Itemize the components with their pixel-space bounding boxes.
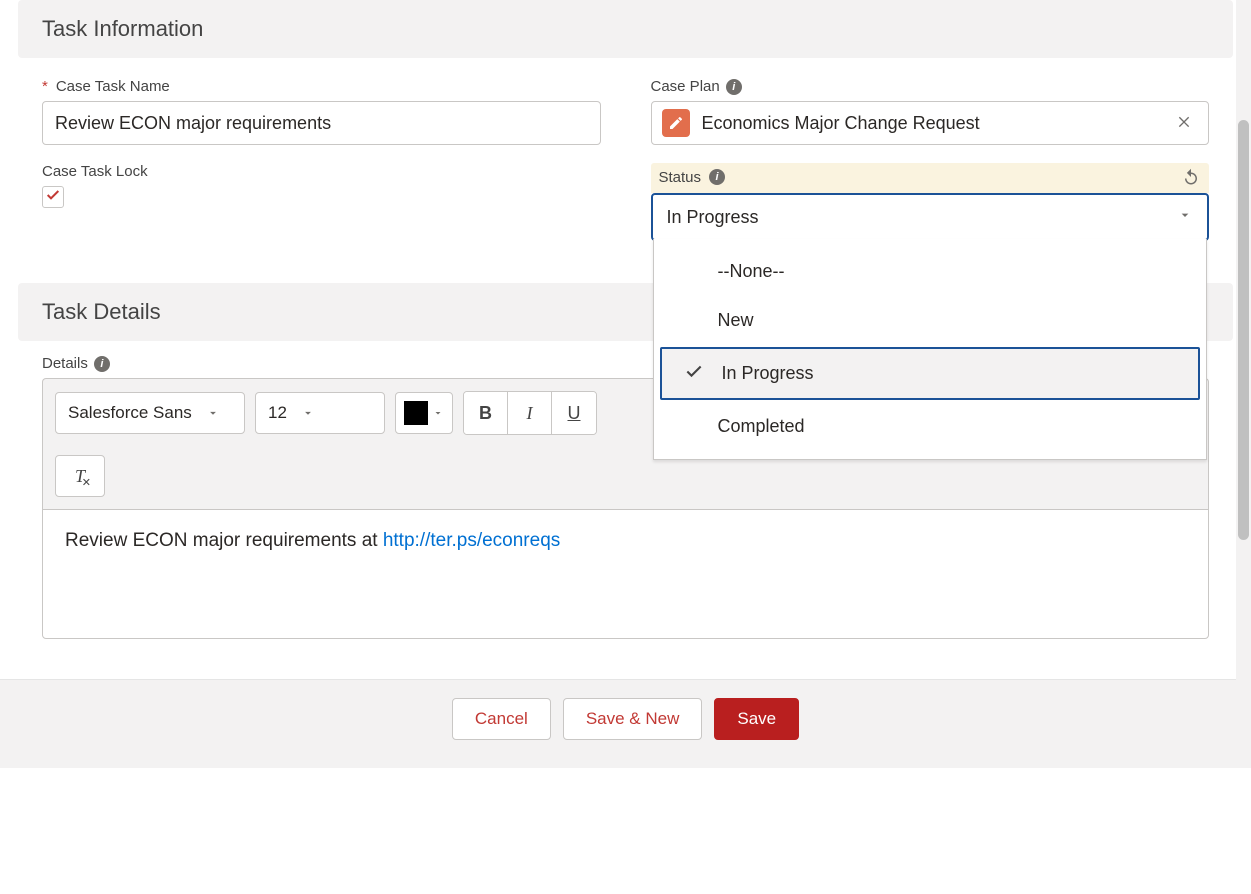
chevron-down-icon — [206, 406, 220, 420]
chevron-down-icon — [1177, 207, 1193, 228]
status-option-none[interactable]: --None-- — [658, 247, 1203, 296]
rte-font-select[interactable]: Salesforce Sans — [55, 392, 245, 434]
color-swatch-icon — [404, 401, 428, 425]
rte-size-select[interactable]: 12 — [255, 392, 385, 434]
chevron-down-icon — [301, 406, 315, 420]
check-icon — [45, 187, 61, 208]
label-case-task-lock: Case Task Lock — [42, 163, 601, 180]
field-case-task-name: * Case Task Name — [42, 78, 601, 145]
footer-bar: Cancel Save & New Save — [0, 679, 1251, 768]
label-case-plan: Case Plan i — [651, 78, 1210, 95]
save-button[interactable]: Save — [714, 698, 799, 740]
info-icon[interactable]: i — [94, 356, 110, 372]
case-task-lock-checkbox[interactable] — [42, 186, 64, 208]
rte-style-group: B I U — [463, 391, 597, 435]
case-plan-lookup[interactable]: Economics Major Change Request — [651, 101, 1210, 145]
details-text: Review ECON major requirements at — [65, 530, 383, 551]
scrollbar-thumb[interactable] — [1238, 120, 1249, 540]
close-icon[interactable] — [1170, 108, 1198, 139]
scrollbar-track[interactable] — [1236, 0, 1251, 768]
case-plan-value: Economics Major Change Request — [702, 113, 1159, 134]
undo-icon[interactable] — [1181, 167, 1201, 187]
chevron-down-icon — [432, 407, 444, 419]
label-status: Status — [659, 169, 702, 186]
status-option-new[interactable]: New — [658, 296, 1203, 345]
field-case-task-lock: Case Task Lock — [42, 163, 601, 241]
info-icon[interactable]: i — [709, 169, 725, 185]
section-task-info-header: Task Information — [18, 0, 1233, 58]
underline-button[interactable]: U — [552, 392, 596, 434]
bold-button[interactable]: B — [464, 392, 508, 434]
label-case-task-name: * Case Task Name — [42, 78, 601, 95]
status-option-inprogress[interactable]: In Progress — [660, 347, 1201, 400]
check-icon — [684, 361, 704, 386]
field-status: Status i In Progress --None-- New — [651, 163, 1210, 241]
pencil-icon — [662, 109, 690, 137]
clear-formatting-button[interactable]: T✕ — [55, 455, 105, 497]
case-task-name-input[interactable] — [42, 101, 601, 145]
status-select[interactable]: In Progress --None-- New In Progress Com… — [651, 193, 1210, 241]
save-and-new-button[interactable]: Save & New — [563, 698, 703, 740]
info-icon[interactable]: i — [726, 79, 742, 95]
details-editor[interactable]: Review ECON major requirements at http:/… — [42, 509, 1209, 639]
status-dropdown-panel: --None-- New In Progress Completed — [653, 239, 1208, 460]
italic-button[interactable]: I — [508, 392, 552, 434]
required-asterisk: * — [42, 78, 48, 95]
status-option-completed[interactable]: Completed — [658, 402, 1203, 451]
cancel-button[interactable]: Cancel — [452, 698, 551, 740]
status-value: In Progress — [667, 207, 759, 228]
rte-color-picker[interactable] — [395, 392, 453, 434]
field-case-plan: Case Plan i Economics Major Change Reque… — [651, 78, 1210, 145]
details-link[interactable]: http://ter.ps/econreqs — [383, 530, 560, 551]
